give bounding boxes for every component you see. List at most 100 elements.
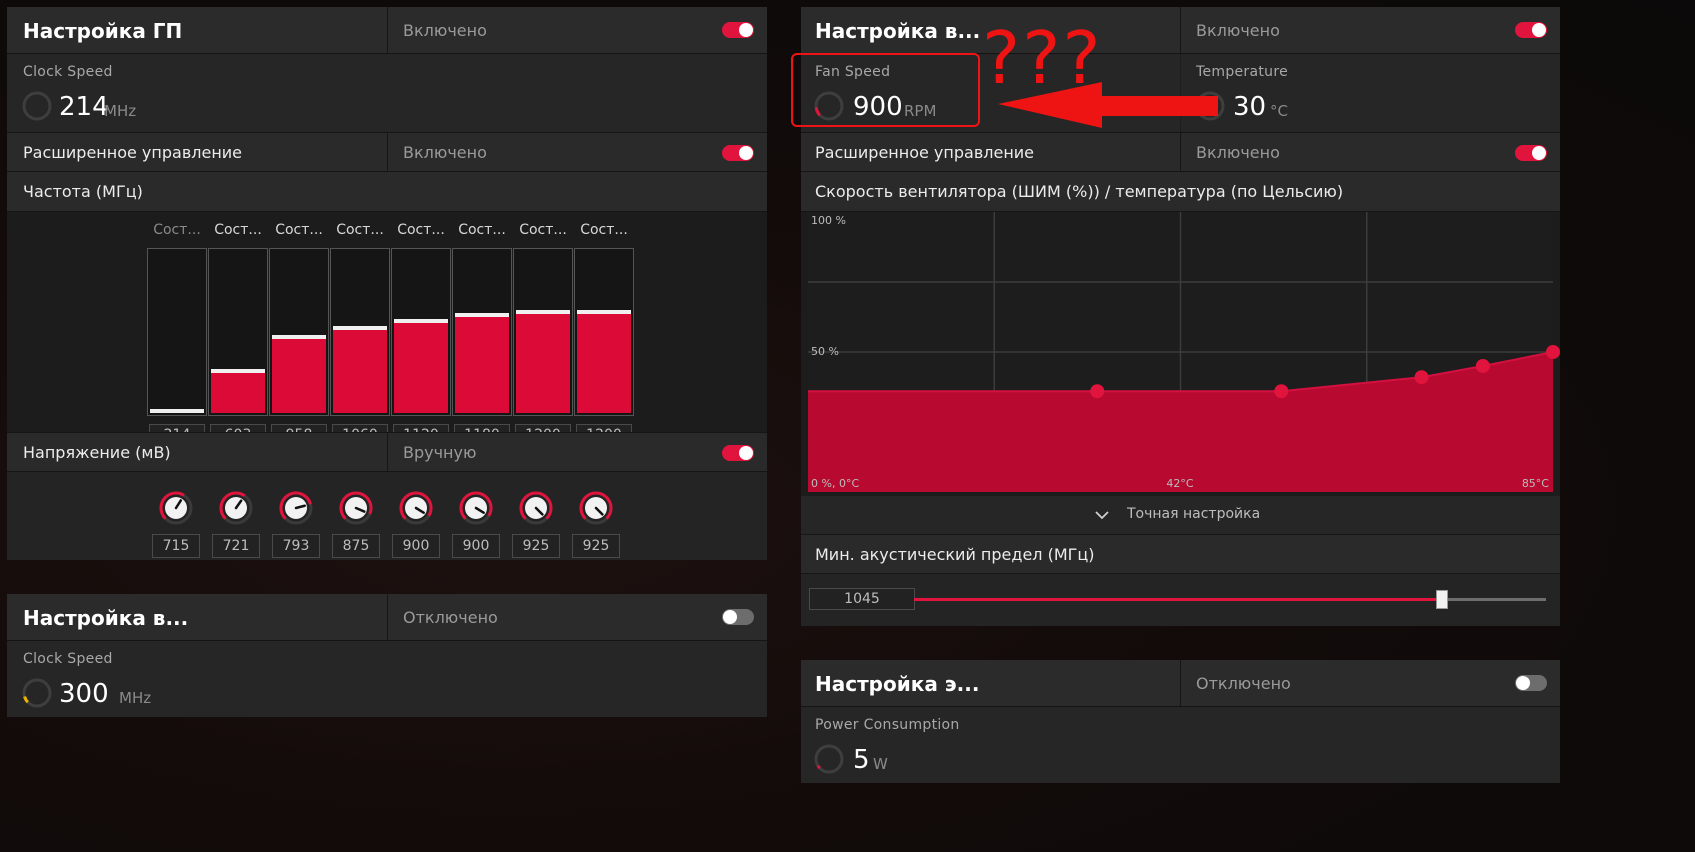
voltage-value-box[interactable]: 900	[392, 534, 440, 558]
chart-point-3[interactable]	[1414, 370, 1429, 385]
voltage-knob-dial-icon[interactable]	[156, 488, 196, 528]
voltage-row: Напряжение (мВ) Вручную	[7, 432, 767, 472]
voltage-toggle[interactable]	[722, 445, 754, 461]
power-tuning-panel: Настройка э... Отключено Power Consumpti…	[801, 660, 1560, 783]
fan-tuning-toggle[interactable]	[1515, 22, 1547, 38]
chevron-down-icon[interactable]	[1095, 510, 1109, 520]
vram-clock-gauge-icon	[22, 678, 52, 708]
frequency-state-4[interactable]: Сост...1060	[330, 222, 390, 448]
chart-y-tick-100: 100 %	[811, 214, 846, 227]
frequency-bar[interactable]	[330, 248, 390, 416]
temperature-unit: °C	[1270, 102, 1288, 120]
frequency-state-5[interactable]: Сост...1120	[391, 222, 451, 448]
voltage-knob-dial-icon[interactable]	[216, 488, 256, 528]
frequency-bar-handle[interactable]	[333, 326, 387, 330]
header-divider	[387, 594, 388, 640]
power-tuning-state: Отключено	[1196, 674, 1291, 693]
power-tuning-toggle[interactable]	[1515, 675, 1547, 691]
voltage-knob-dial-icon[interactable]	[516, 488, 556, 528]
frequency-bar-handle[interactable]	[211, 369, 265, 373]
voltage-knob-6[interactable]: 900	[451, 488, 501, 578]
vram-tuning-panel: Настройка в... Отключено Clock Speed 300…	[7, 594, 767, 717]
acoustic-slider-fill	[914, 598, 1442, 601]
power-unit: W	[873, 755, 888, 773]
frequency-bar-fill	[333, 330, 387, 413]
voltage-knob-dial-icon[interactable]	[456, 488, 496, 528]
acoustic-value-box[interactable]: 1045	[809, 588, 915, 610]
frequency-state-8[interactable]: Сост...1200	[574, 222, 634, 448]
temperature-value: 30	[1233, 92, 1267, 122]
frequency-bar[interactable]	[574, 248, 634, 416]
frequency-bar[interactable]	[513, 248, 573, 416]
frequency-state-label: Сост...	[275, 222, 323, 238]
frequency-bar-handle[interactable]	[455, 313, 509, 317]
header-divider	[387, 7, 388, 53]
voltage-knob-8[interactable]: 925	[571, 488, 621, 578]
frequency-bar[interactable]	[391, 248, 451, 416]
row-divider	[387, 433, 388, 471]
row-divider	[1180, 133, 1181, 171]
gpu-advanced-state: Включено	[403, 143, 487, 162]
frequency-state-label: Сост...	[336, 222, 384, 238]
fan-advanced-toggle[interactable]	[1515, 145, 1547, 161]
voltage-knob-4[interactable]: 875	[331, 488, 381, 578]
voltage-value-box[interactable]: 721	[212, 534, 260, 558]
voltage-knob-dial-icon[interactable]	[276, 488, 316, 528]
voltage-value-box[interactable]: 875	[332, 534, 380, 558]
chart-point-1[interactable]	[1090, 384, 1105, 399]
voltage-knob-dial-icon[interactable]	[576, 488, 616, 528]
frequency-state-label: Сост...	[458, 222, 506, 238]
fan-tuning-title: Настройка в...	[815, 19, 981, 43]
gpu-advanced-toggle[interactable]	[722, 145, 754, 161]
voltage-value-box[interactable]: 793	[272, 534, 320, 558]
clock-speed-label: Clock Speed	[23, 64, 113, 80]
frequency-state-3[interactable]: Сост...958	[269, 222, 329, 448]
chart-point-4[interactable]	[1475, 359, 1490, 373]
chart-x-tick-42: 42°C	[1166, 477, 1193, 490]
frequency-row: Частота (МГц)	[7, 172, 767, 212]
chart-point-2[interactable]	[1274, 384, 1289, 399]
frequency-bar-handle[interactable]	[577, 310, 631, 314]
frequency-bar[interactable]	[208, 248, 268, 416]
acoustic-slider-handle[interactable]	[1436, 590, 1448, 609]
voltage-label: Напряжение (мВ)	[23, 443, 171, 462]
voltage-knob-2[interactable]: 721	[211, 488, 261, 578]
vram-tuning-toggle[interactable]	[722, 609, 754, 625]
frequency-state-6[interactable]: Сост...1180	[452, 222, 512, 448]
row-divider	[387, 133, 388, 171]
voltage-value-box[interactable]: 900	[452, 534, 500, 558]
frequency-bar-handle[interactable]	[394, 319, 448, 323]
fine-tune-row[interactable]: Точная настройка	[801, 496, 1560, 534]
vram-clock-value: 300	[59, 679, 109, 709]
frequency-bar[interactable]	[269, 248, 329, 416]
voltage-knob-5[interactable]: 900	[391, 488, 441, 578]
frequency-bar[interactable]	[147, 248, 207, 416]
voltage-knob-1[interactable]: 715	[151, 488, 201, 578]
gpu-clock-metric: Clock Speed 214 MHz	[7, 54, 767, 132]
frequency-state-2[interactable]: Сост...603	[208, 222, 268, 448]
voltage-value-box[interactable]: 925	[572, 534, 620, 558]
fine-tune-label[interactable]: Точная настройка	[1127, 506, 1260, 522]
voltage-knob-dial-icon[interactable]	[396, 488, 436, 528]
frequency-bars-area: Сост...214Сост...603Сост...958Сост...106…	[7, 212, 767, 446]
vram-clock-metric: Clock Speed 300 MHz	[7, 641, 767, 717]
frequency-bar-handle[interactable]	[150, 409, 204, 413]
voltage-value-box[interactable]: 715	[152, 534, 200, 558]
vram-tuning-state: Отключено	[403, 608, 498, 627]
voltage-value-box[interactable]: 925	[512, 534, 560, 558]
frequency-bar[interactable]	[452, 248, 512, 416]
chart-point-5[interactable]	[1546, 345, 1560, 359]
frequency-bar-handle[interactable]	[516, 310, 570, 314]
voltage-knob-3[interactable]: 793	[271, 488, 321, 578]
frequency-state-7[interactable]: Сост...1200	[513, 222, 573, 448]
frequency-bar-handle[interactable]	[272, 335, 326, 339]
acoustic-slider-track[interactable]	[914, 590, 1546, 609]
gpu-tuning-state: Включено	[403, 21, 487, 40]
gpu-tuning-toggle[interactable]	[722, 22, 754, 38]
clock-speed-value: 214	[59, 92, 109, 122]
voltage-knob-7[interactable]: 925	[511, 488, 561, 578]
voltage-knob-dial-icon[interactable]	[336, 488, 376, 528]
frequency-state-1[interactable]: Сост...214	[147, 222, 207, 448]
fan-tuning-state: Включено	[1196, 21, 1280, 40]
fan-curve-chart[interactable]: 100 % 50 % 0 %, 0°C 42°C 85°C	[801, 212, 1560, 496]
